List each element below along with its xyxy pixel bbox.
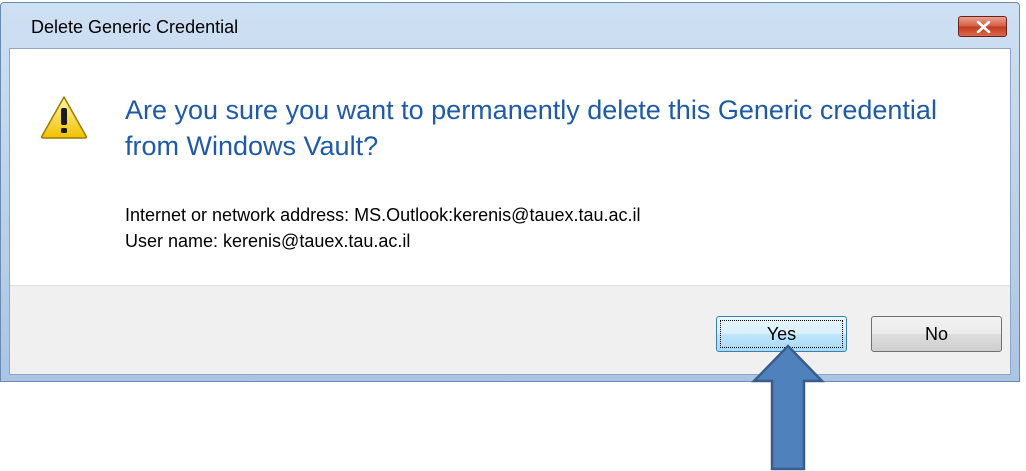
network-address-line: Internet or network address: MS.Outlook:… (125, 205, 641, 225)
dialog-footer: Yes No (10, 285, 1010, 374)
user-name-line: User name: kerenis@tauex.tau.ac.il (125, 231, 411, 251)
window-title: Delete Generic Credential (31, 17, 239, 37)
warning-icon (40, 96, 88, 139)
up-arrow-icon (751, 344, 825, 471)
credential-details: Internet or network address: MS.Outlook:… (125, 202, 641, 254)
dialog-content: Are you sure you want to permanently del… (10, 49, 1010, 285)
main-instruction: Are you sure you want to permanently del… (125, 95, 937, 161)
no-button[interactable]: No (871, 316, 1002, 352)
title-bar[interactable]: Delete Generic Credential (1, 3, 1019, 48)
close-icon (976, 21, 991, 33)
close-button[interactable] (958, 16, 1007, 37)
dialog-window: Delete Generic Credential Are you sure y… (0, 2, 1020, 382)
dialog-client-area: Are you sure you want to permanently del… (9, 48, 1011, 375)
no-button-label: No (924, 324, 948, 344)
